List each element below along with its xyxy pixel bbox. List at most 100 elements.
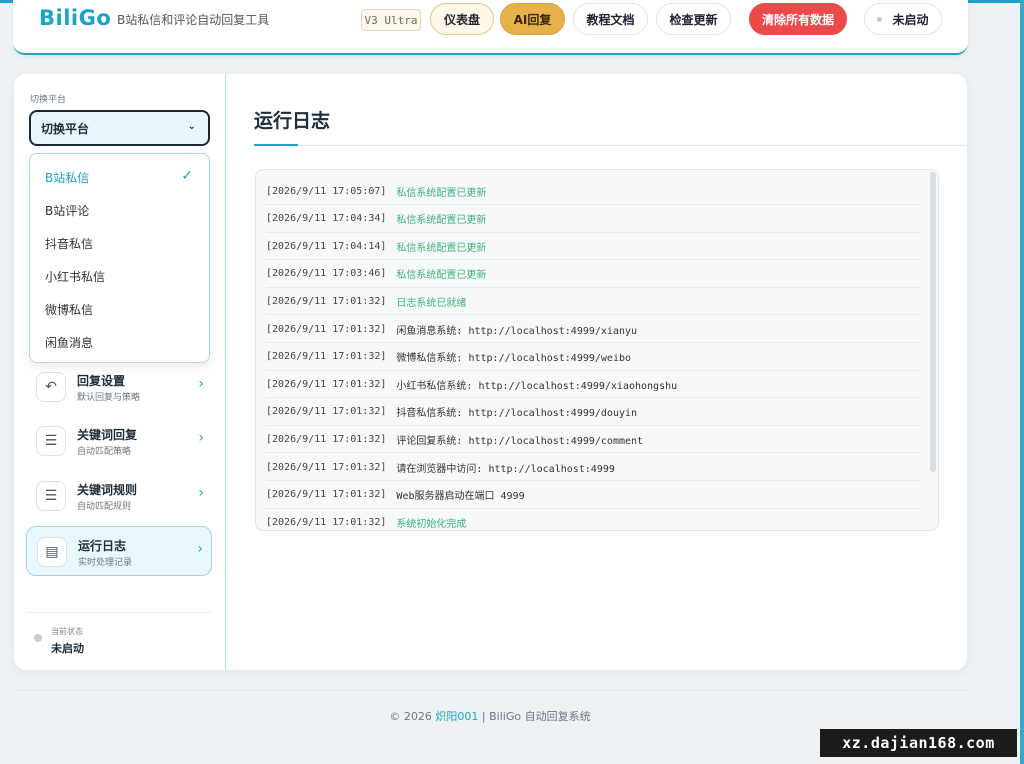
log-row: [2026/9/11 17:01:32] 日志系统已就绪 xyxy=(266,288,920,316)
log-scrollbar[interactable] xyxy=(930,172,936,472)
main-card: 切换平台 切换平台 ⌄ B站私信 ✓ B站评论 抖音私信 小红书私信 微博私信 … xyxy=(14,74,967,670)
footer-copyright: © 2026 xyxy=(389,710,432,723)
dropdown-item-douyin-dm[interactable]: 抖音私信 xyxy=(45,235,93,252)
platform-label: 切换平台 xyxy=(30,95,67,105)
log-row: [2026/9/11 17:01:32] Web服务器启动在端口 4999 xyxy=(266,482,920,509)
current-status-value: 未启动 xyxy=(51,642,84,655)
platform-select[interactable]: 切换平台 ⌄ xyxy=(29,110,210,146)
clear-data-button[interactable]: 清除所有数据 xyxy=(749,3,847,35)
nav-title: 运行日志 xyxy=(78,539,127,553)
log-timestamp: [2026/9/11 17:01:32] xyxy=(266,351,387,363)
dropdown-item-xianyu-msg[interactable]: 闲鱼消息 xyxy=(45,334,93,351)
log-message: 私信系统配置已更新 xyxy=(396,187,487,199)
chevron-right-icon: › xyxy=(198,430,204,446)
nav-title: 关键词回复 xyxy=(77,428,138,442)
log-timestamp: [2026/9/11 17:05:07] xyxy=(266,185,387,197)
log-row: [2026/9/11 17:01:32] 闲鱼消息系统: http://local… xyxy=(266,316,920,343)
log-timestamp: [2026/9/11 17:01:32] xyxy=(266,295,387,307)
chevron-right-icon: › xyxy=(197,541,203,557)
log-message: 评论回复系统: http://localhost:4999/comment xyxy=(396,435,644,447)
check-update-button[interactable]: 检查更新 xyxy=(656,3,731,35)
sliders-icon: ☰ xyxy=(36,481,66,511)
platform-select-value: 切换平台 xyxy=(41,121,90,136)
sliders-icon: ☰ xyxy=(36,426,66,456)
log-row: [2026/9/11 17:01:32] 评论回复系统: http://local… xyxy=(266,426,920,454)
dropdown-item-weibo-dm[interactable]: 微博私信 xyxy=(45,301,93,318)
chevron-right-icon: › xyxy=(198,376,204,392)
right-accent-bar xyxy=(1020,0,1024,764)
status-indicator-icon xyxy=(34,634,42,642)
log-row: [2026/9/11 17:01:32] 抖音私信系统: http://local… xyxy=(266,399,920,426)
status-button[interactable]: 未启动 xyxy=(864,3,942,35)
sidebar-item-keyword-reply[interactable]: ☰ 关键词回复 自动匹配策略 › xyxy=(26,416,212,466)
log-timestamp: [2026/9/11 17:01:32] xyxy=(266,489,387,501)
log-message: 私信系统配置已更新 xyxy=(396,242,487,254)
log-message: Web服务器启动在端口 4999 xyxy=(396,491,525,503)
nav-subtitle: 自动匹配策略 xyxy=(77,447,132,457)
log-timestamp: [2026/9/11 17:04:34] xyxy=(266,213,387,225)
log-timestamp: [2026/9/11 17:01:32] xyxy=(266,461,387,473)
sidebar-item-keyword-rules[interactable]: ☰ 关键词规则 自动匹配规则 › xyxy=(26,471,212,521)
sidebar: 切换平台 切换平台 ⌄ B站私信 ✓ B站评论 抖音私信 小红书私信 微博私信 … xyxy=(14,74,226,670)
dropdown-item-xiaohongshu-dm[interactable]: 小红书私信 xyxy=(45,268,105,285)
log-message: 系统初始化完成 xyxy=(396,518,467,530)
log-timestamp: [2026/9/11 17:01:32] xyxy=(266,378,387,390)
log-row: [2026/9/11 17:04:14] 私信系统配置已更新 xyxy=(266,233,920,261)
log-timestamp: [2026/9/11 17:01:32] xyxy=(266,323,387,335)
nav-title: 回复设置 xyxy=(77,374,126,388)
log-timestamp: [2026/9/11 17:03:46] xyxy=(266,268,387,280)
title-divider xyxy=(254,145,966,146)
ai-reply-button[interactable]: AI回复 xyxy=(500,3,565,35)
sidebar-item-run-log[interactable]: ▤ 运行日志 实时处理记录 › xyxy=(26,526,212,576)
log-timestamp: [2026/9/11 17:04:14] xyxy=(266,240,387,252)
nav-subtitle: 默认回复与策略 xyxy=(77,393,141,403)
page-title: 运行日志 xyxy=(254,110,331,132)
log-message: 私信系统配置已更新 xyxy=(396,215,487,227)
log-message: 抖音私信系统: http://localhost:4999/douyin xyxy=(396,408,638,420)
log-row: [2026/9/11 17:05:07] 私信系统配置已更新 xyxy=(266,178,920,205)
docs-button[interactable]: 教程文档 xyxy=(573,3,648,35)
log-timestamp: [2026/9/11 17:01:32] xyxy=(266,406,387,418)
nav-subtitle: 自动匹配规则 xyxy=(77,502,132,512)
dropdown-item-bilibili-dm[interactable]: B站私信 xyxy=(45,169,89,186)
sidebar-divider xyxy=(26,612,212,613)
log-row: [2026/9/11 17:01:32] 小红书私信系统: http://loca… xyxy=(266,371,920,399)
brand-logo: BiliGo xyxy=(39,6,112,30)
title-underline xyxy=(254,144,298,146)
footer-suffix: | BiliGo 自动回复系统 xyxy=(481,710,591,723)
chevron-right-icon: › xyxy=(198,485,204,501)
header-bar: BiliGo B站私信和评论自动回复工具 V3 Ultra 仪表盘 AI回复 教… xyxy=(13,0,968,55)
status-button-label: 未启动 xyxy=(892,12,929,27)
log-row: [2026/9/11 17:01:32] 微博私信系统: http://local… xyxy=(266,344,920,371)
log-panel[interactable]: [2026/9/11 17:05:07] 私信系统配置已更新 [2026/9/11 … xyxy=(255,169,939,531)
dropdown-item-bilibili-comment[interactable]: B站评论 xyxy=(45,202,89,219)
status-dot-icon xyxy=(877,16,883,22)
nav-title: 关键词规则 xyxy=(77,483,138,497)
footer-author-link[interactable]: 炽阳001 xyxy=(435,710,478,723)
version-badge: V3 Ultra xyxy=(361,9,421,31)
current-status-label: 当前状态 xyxy=(51,627,83,636)
log-row: [2026/9/11 17:01:32] 系统初始化完成 xyxy=(266,509,920,530)
platform-dropdown: B站私信 ✓ B站评论 抖音私信 小红书私信 微博私信 闲鱼消息 xyxy=(29,153,210,363)
check-icon: ✓ xyxy=(181,168,193,184)
log-row: [2026/9/11 17:04:34] 私信系统配置已更新 xyxy=(266,206,920,233)
chevron-down-icon: ⌄ xyxy=(187,121,196,132)
footer-divider xyxy=(14,690,967,691)
log-message: 微博私信系统: http://localhost:4999/weibo xyxy=(396,353,632,365)
footer: © 2026 炽阳001 | BiliGo 自动回复系统 xyxy=(0,708,980,724)
log-timestamp: [2026/9/11 17:01:32] xyxy=(266,433,387,445)
log-message: 日志系统已就绪 xyxy=(396,297,467,309)
dashboard-button[interactable]: 仪表盘 xyxy=(430,3,494,35)
log-message: 小红书私信系统: http://localhost:4999/xiaohongs… xyxy=(396,380,678,392)
log-message: 闲鱼消息系统: http://localhost:4999/xianyu xyxy=(396,325,638,337)
document-icon: ▤ xyxy=(37,537,67,567)
log-message: 请在浏览器中访问: http://localhost:4999 xyxy=(396,463,615,475)
log-row: [2026/9/11 17:03:46] 私信系统配置已更新 xyxy=(266,261,920,288)
log-row: [2026/9/11 17:01:32] 请在浏览器中访问: http://loc… xyxy=(266,454,920,481)
sidebar-item-reply-settings[interactable]: ↶ 回复设置 默认回复与策略 › xyxy=(26,362,212,412)
reply-icon: ↶ xyxy=(36,372,66,402)
watermark: xz.dajian168.com xyxy=(820,729,1017,757)
log-timestamp: [2026/9/11 17:01:32] xyxy=(266,516,387,528)
log-message: 私信系统配置已更新 xyxy=(396,270,487,282)
app-subtitle: B站私信和评论自动回复工具 xyxy=(117,13,270,27)
